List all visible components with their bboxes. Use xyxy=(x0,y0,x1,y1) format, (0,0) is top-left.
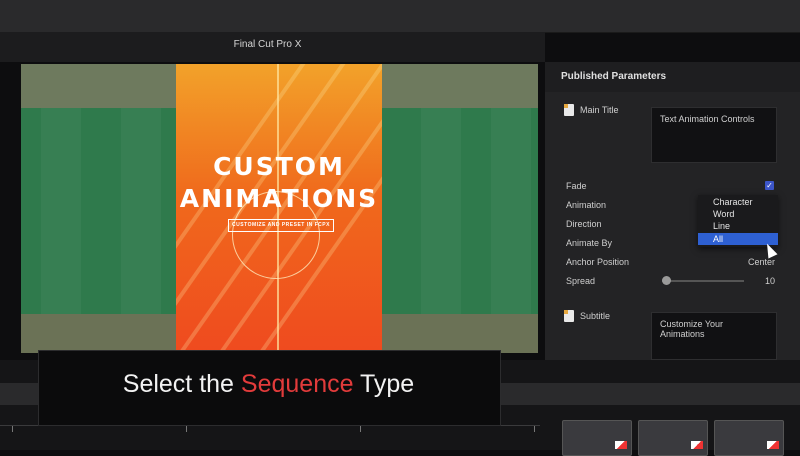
browser-clip-thumbnail[interactable] xyxy=(638,420,708,456)
top-toolbar xyxy=(0,0,800,33)
dropdown-option-character[interactable]: Character xyxy=(698,196,778,208)
subtitle-label: Subtitle xyxy=(580,311,611,321)
caption-prefix: Select the xyxy=(122,370,241,398)
poster-title-line1: CUSTOM xyxy=(213,152,345,181)
ruler-tick xyxy=(534,426,535,432)
field-stripe xyxy=(491,108,531,314)
param-label-animation: Animation xyxy=(566,200,607,210)
main-title-label: Main Title xyxy=(580,105,619,115)
browser-clip-thumbnail[interactable] xyxy=(562,420,632,456)
ruler-tick xyxy=(186,426,187,432)
caption-text: Select the Sequence Type xyxy=(38,370,499,399)
field-stripe xyxy=(41,108,81,314)
timeline-ruler[interactable] xyxy=(0,425,540,436)
text-layer-icon xyxy=(564,104,574,116)
clip-badge-icon xyxy=(615,441,627,449)
spread-slider-track[interactable] xyxy=(662,280,744,282)
poster-subtitle: CUSTOMIZE AND PRESET IN FCPX xyxy=(228,219,334,232)
caption-suffix: Type xyxy=(353,370,415,398)
param-label-fade: Fade xyxy=(566,181,587,191)
app-title: Final Cut Pro X xyxy=(233,39,302,50)
animate-by-dropdown[interactable]: Character Word Line All xyxy=(698,195,778,247)
param-label-anchor-position: Anchor Position xyxy=(566,257,630,267)
param-label-direction: Direction xyxy=(566,219,602,229)
dropdown-option-line[interactable]: Line xyxy=(698,220,778,232)
clip-badge-icon xyxy=(691,441,703,449)
fade-checkbox[interactable]: ✓ xyxy=(765,181,774,190)
inspector-title: Published Parameters xyxy=(561,71,667,82)
ruler-tick xyxy=(12,426,13,432)
ruler-tick xyxy=(360,426,361,432)
video-viewer[interactable]: CUSTOM ANIMATIONS CUSTOMIZE AND PRESET I… xyxy=(21,64,538,353)
param-label-spread: Spread xyxy=(566,276,596,286)
subtitle-field[interactable]: Customize Your Animations xyxy=(651,312,777,360)
text-layer-icon xyxy=(564,310,574,322)
poster-title-line2: ANIMATIONS xyxy=(179,184,379,213)
anchor-position-value[interactable]: Center xyxy=(748,257,775,267)
dropdown-option-word[interactable]: Word xyxy=(698,208,778,220)
browser-clip-thumbnail[interactable] xyxy=(714,420,784,456)
clip-badge-icon xyxy=(767,441,779,449)
field-stripe xyxy=(421,108,461,314)
param-label-animate-by: Animate By xyxy=(566,238,613,248)
spread-value[interactable]: 10 xyxy=(765,276,775,286)
title-poster: CUSTOM ANIMATIONS CUSTOMIZE AND PRESET I… xyxy=(176,64,382,353)
spread-slider-knob[interactable] xyxy=(662,276,671,285)
caption-accent: Sequence xyxy=(240,370,354,398)
main-title-field[interactable]: Text Animation Controls xyxy=(651,107,777,163)
